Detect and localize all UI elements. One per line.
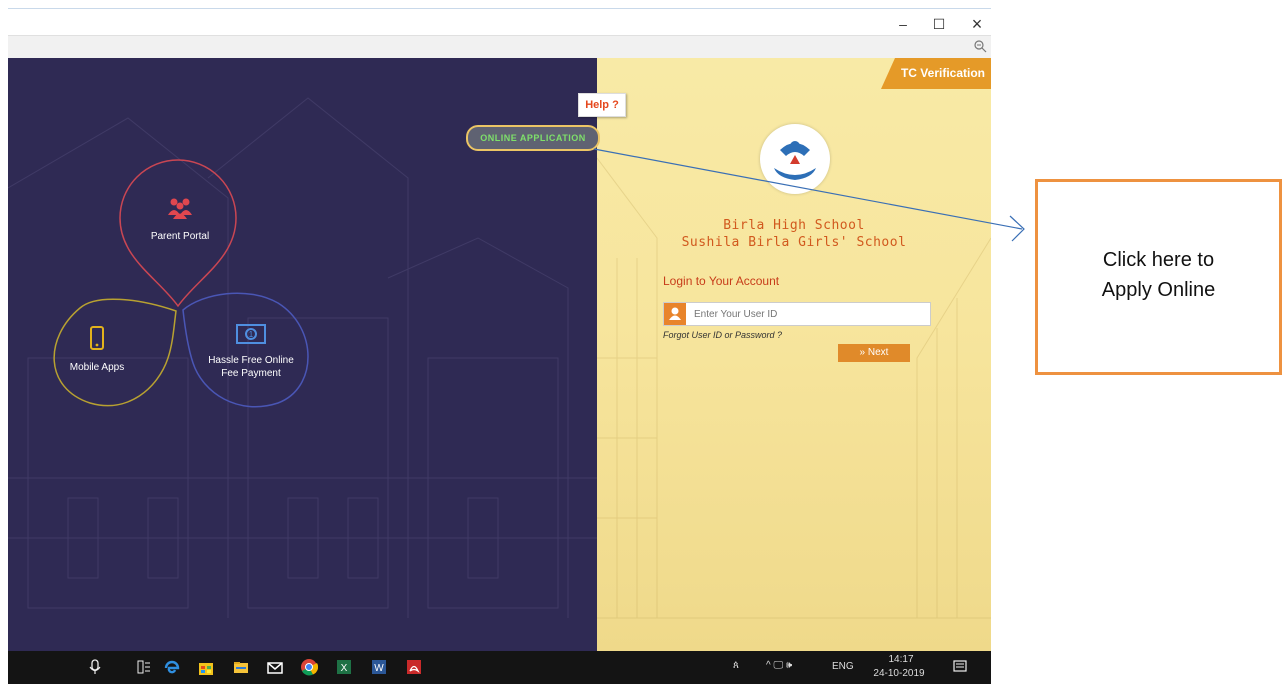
banknote-icon: 1 [236, 324, 266, 344]
file-explorer-icon[interactable] [232, 658, 250, 676]
clock-date[interactable]: 24-10-2019 [864, 668, 934, 679]
help-button[interactable]: Help ? [578, 93, 626, 117]
school-portal-page: Parent Portal Mobile Apps 1 Hassle Free … [8, 58, 991, 651]
svg-text:X: X [341, 663, 348, 674]
callout-line1: Click here to [1102, 249, 1215, 271]
acrobat-icon[interactable] [405, 658, 423, 676]
mail-icon[interactable] [266, 658, 284, 676]
school-name-1: Birla High School [723, 218, 865, 233]
people-icon[interactable]: ጰ [733, 660, 739, 671]
minimize-button[interactable]: – [894, 15, 912, 33]
tc-verification-tab[interactable]: TC Verification [881, 58, 991, 89]
language-indicator[interactable]: ENG [832, 661, 854, 672]
taskbar: X W ጰ ^ 🖵 🕪 ENG 14:17 24-10-2019 [8, 651, 991, 684]
callout-line2: Apply Online [1101, 279, 1216, 301]
tray-icons[interactable]: ^ 🖵 🕪 [766, 660, 792, 671]
store-icon[interactable] [197, 658, 215, 676]
task-view-icon[interactable] [135, 658, 153, 676]
school-emblem-icon [774, 141, 816, 180]
word-icon[interactable]: W [370, 658, 388, 676]
zoom-icon[interactable] [973, 39, 987, 53]
microphone-icon[interactable] [86, 658, 104, 676]
user-icon [664, 303, 686, 325]
next-button[interactable]: » Next [838, 344, 910, 362]
svg-text:1: 1 [249, 330, 254, 339]
chrome-icon[interactable] [300, 658, 318, 676]
apply-online-callout: Click here to Apply Online [1035, 179, 1282, 375]
window-title-bar: – ☐ × [8, 8, 991, 36]
school-name-2: Sushila Birla Girls' School [681, 235, 907, 250]
fee-payment-label-line1: Hassle Free Online [208, 355, 294, 366]
mobile-phone-icon [90, 326, 104, 350]
forgot-credentials-link[interactable]: Forgot User ID or Password ? [663, 330, 782, 340]
user-id-input[interactable] [694, 303, 924, 325]
right-panel: TC Verification Birla High School Sushil… [597, 58, 991, 651]
tc-verification-label: TC Verification [900, 66, 985, 80]
school-logo [760, 124, 830, 194]
login-heading: Login to Your Account [663, 274, 780, 288]
notification-icon[interactable] [951, 658, 969, 676]
clock-time[interactable]: 14:17 [876, 654, 926, 665]
address-bar [8, 35, 991, 59]
excel-icon[interactable]: X [335, 658, 353, 676]
mobile-apps-label: Mobile Apps [69, 362, 125, 373]
parent-portal-button[interactable]: Parent Portal [126, 193, 234, 253]
edge-icon[interactable] [163, 658, 181, 676]
online-application-button[interactable]: ONLINE APPLICATION [466, 125, 600, 151]
parent-portal-label: Parent Portal [150, 231, 210, 242]
parents-icon [168, 198, 192, 219]
fee-payment-label-line2: Fee Payment [221, 368, 281, 379]
close-button[interactable]: × [968, 15, 986, 33]
maximize-button[interactable]: ☐ [930, 15, 948, 33]
user-id-field[interactable] [663, 302, 931, 326]
fee-payment-button[interactable]: 1 Hassle Free Online Fee Payment [196, 324, 306, 384]
mobile-apps-button[interactable]: Mobile Apps [52, 326, 142, 376]
svg-text:W: W [374, 663, 384, 674]
